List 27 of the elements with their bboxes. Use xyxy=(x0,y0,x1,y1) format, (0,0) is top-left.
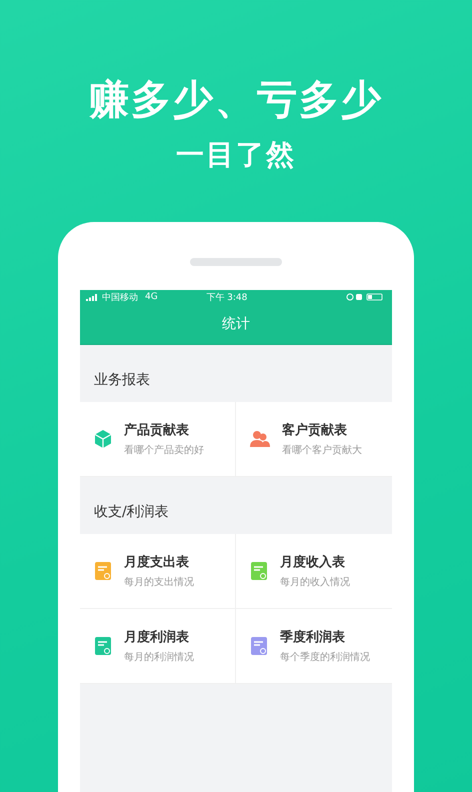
signal-icon xyxy=(86,294,98,300)
report-description: 看哪个客户贡献大 xyxy=(282,444,362,457)
report-title: 客户贡献表 xyxy=(282,422,348,439)
subheadline: 一目了然 xyxy=(176,137,296,173)
report-description: 每月的收入情况 xyxy=(280,576,350,589)
section-title: 业务报表 xyxy=(94,371,150,389)
report-title: 季度利润表 xyxy=(280,628,346,646)
report-item[interactable]: 季度利润表 每个季度的利润情况 xyxy=(236,609,392,684)
nav-title: 统计 xyxy=(222,315,250,333)
report-item[interactable]: 月度支出表 每月的支出情况 xyxy=(80,534,236,609)
report-item[interactable]: 产品贡献表 看哪个产品卖的好 xyxy=(80,402,236,477)
report-title: 月度支出表 xyxy=(124,554,190,571)
report-item[interactable]: 客户贡献表 看哪个客户贡献大 xyxy=(236,402,392,477)
report-title: 月度利润表 xyxy=(124,628,190,646)
carrier-name: 中国移动 xyxy=(102,292,138,304)
report-title: 月度收入表 xyxy=(280,554,346,571)
report-item[interactable]: 月度收入表 每月的收入情况 xyxy=(236,534,392,609)
report-description: 每个季度的利润情况 xyxy=(280,650,370,664)
clock-time: 下午 3:48 xyxy=(206,292,248,304)
section-title: 收支/利润表 xyxy=(94,503,169,521)
report-title: 产品贡献表 xyxy=(124,422,190,439)
network-type: 4G xyxy=(145,292,158,302)
headline: 赚多少、亏多少 xyxy=(89,76,383,125)
report-item[interactable]: 月度利润表 每月的利润情况 xyxy=(80,609,236,684)
report-description: 每月的支出情况 xyxy=(124,576,194,589)
report-description: 看哪个产品卖的好 xyxy=(124,444,204,457)
report-description: 每月的利润情况 xyxy=(124,650,194,664)
